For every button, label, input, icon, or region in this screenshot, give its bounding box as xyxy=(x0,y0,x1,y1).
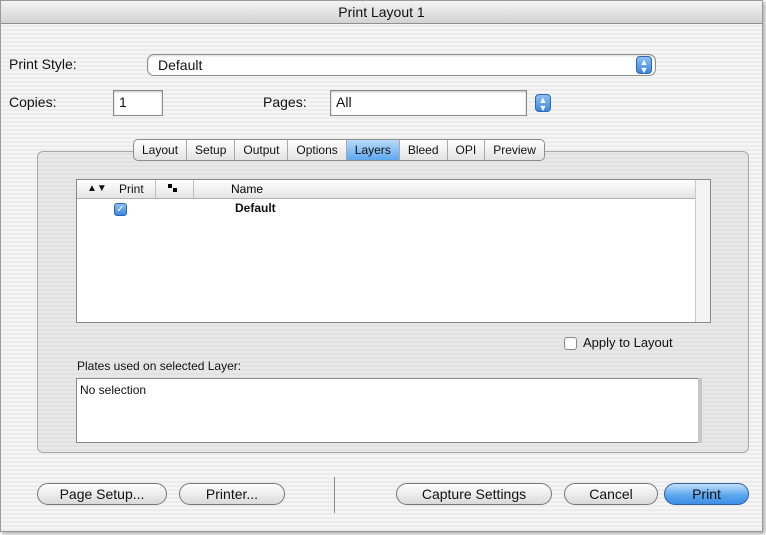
button-separator xyxy=(334,477,335,513)
pages-field[interactable]: All xyxy=(330,90,527,116)
cancel-button[interactable]: Cancel xyxy=(564,483,658,505)
column-print-label: Print xyxy=(119,182,144,196)
plates-list: No selection xyxy=(76,378,701,443)
table-row[interactable]: ✓ Default xyxy=(77,200,697,216)
tab-opi[interactable]: OPI xyxy=(448,140,486,160)
tab-layers[interactable]: Layers xyxy=(346,140,400,160)
column-print-header[interactable]: ▲▼ . Print xyxy=(77,180,156,198)
plates-label: Plates used on selected Layer: xyxy=(77,359,242,373)
tab-options[interactable]: Options xyxy=(288,140,347,160)
pages-popup-arrows-icon[interactable]: ▲ ▼ xyxy=(535,94,551,113)
tab-setup[interactable]: Setup xyxy=(187,140,236,160)
print-style-popup-arrows-icon[interactable]: ▲ ▼ xyxy=(636,56,652,75)
print-style-popup[interactable]: Default xyxy=(147,54,656,76)
link-column-icon xyxy=(168,184,172,188)
tab-bleed[interactable]: Bleed xyxy=(400,140,448,160)
capture-settings-button[interactable]: Capture Settings xyxy=(396,483,552,505)
pages-label: Pages: xyxy=(263,94,307,110)
print-style-value: Default xyxy=(158,57,203,73)
layer-name: Default xyxy=(235,201,276,215)
tab-output[interactable]: Output xyxy=(235,140,289,160)
printer-button[interactable]: Printer... xyxy=(179,483,285,505)
print-layout-window: Print Layout 1 Print Style: Default ▲ ▼ C… xyxy=(0,0,763,532)
column-link-header[interactable] xyxy=(155,180,194,198)
copies-label: Copies: xyxy=(9,94,57,110)
layers-table-header: ▲▼ . Print Name xyxy=(77,180,710,199)
tab-preview[interactable]: Preview xyxy=(485,140,544,160)
layers-scrollbar[interactable] xyxy=(695,180,710,322)
layer-print-checkbox[interactable]: ✓ xyxy=(114,203,127,216)
tab-layout[interactable]: Layout xyxy=(134,140,188,160)
column-name-label: Name xyxy=(231,182,264,196)
tab-bar: Layout Setup Output Options Layers Bleed… xyxy=(133,139,545,161)
apply-to-layout-checkbox[interactable] xyxy=(564,337,577,350)
page-setup-button[interactable]: Page Setup... xyxy=(37,483,167,505)
copies-field[interactable]: 1 xyxy=(113,90,163,116)
apply-to-layout-label: Apply to Layout xyxy=(583,335,673,350)
window-title: Print Layout 1 xyxy=(1,1,762,24)
layers-table: ▲▼ . Print Name ✓ Default xyxy=(76,179,711,323)
plates-value: No selection xyxy=(80,383,147,397)
print-button[interactable]: Print xyxy=(664,483,749,505)
print-style-label: Print Style: xyxy=(9,56,77,72)
plates-scrollbar[interactable] xyxy=(698,378,702,443)
